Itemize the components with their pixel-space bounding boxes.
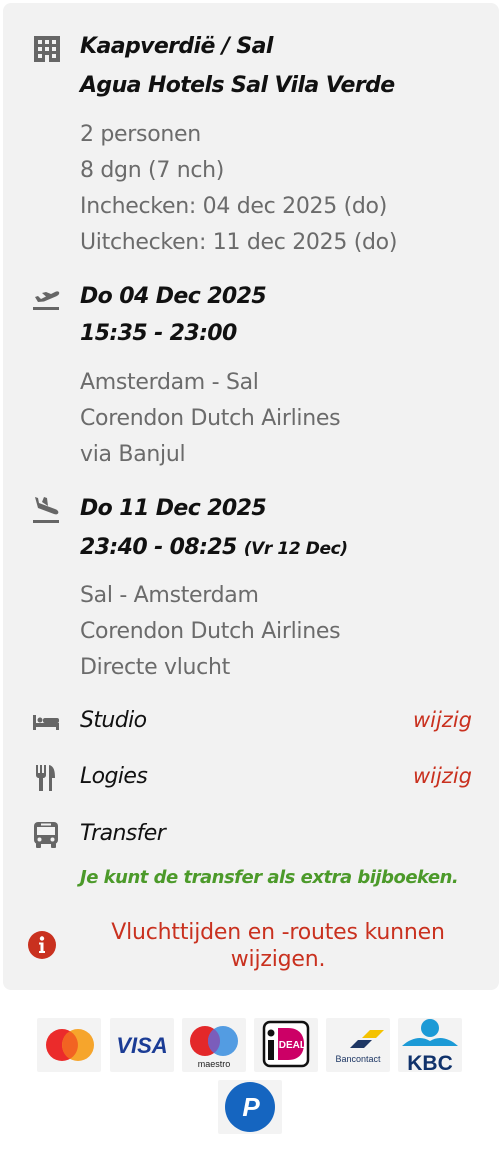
- plane-arrival-icon: [33, 497, 59, 523]
- inbound-type: Directe vlucht: [80, 655, 230, 680]
- bus-icon: [34, 822, 58, 848]
- inbound-times-row: 23:40 - 08:25 (Vr 12 Dec): [80, 535, 348, 560]
- visa-text: VISA: [116, 1033, 167, 1058]
- outbound-via: via Banjul: [80, 442, 186, 467]
- info-icon: [28, 931, 56, 959]
- hotel-checkout: Uitchecken: 11 dec 2025 (do): [80, 230, 398, 255]
- bed-icon: [33, 715, 59, 730]
- outbound-route: Amsterdam - Sal: [80, 370, 259, 395]
- plane-departure-icon: [33, 291, 60, 310]
- hotel-duration: 8 dgn (7 nch): [80, 158, 225, 183]
- board-change-link[interactable]: wijzig: [413, 764, 472, 788]
- ideal-logo: iDEAL: [254, 1018, 318, 1072]
- outbound-airline: Corendon Dutch Airlines: [80, 406, 341, 431]
- room-change-link[interactable]: wijzig: [413, 708, 472, 732]
- bancontact-logo: Bancontact: [326, 1018, 390, 1072]
- kbc-logo: KBC: [398, 1018, 462, 1072]
- maestro-logo: maestro: [182, 1018, 246, 1072]
- cutlery-icon: [36, 765, 55, 791]
- hotel-persons: 2 personen: [80, 122, 201, 147]
- hotel-name: Agua Hotels Sal Vila Verde: [80, 73, 395, 98]
- visa-logo: VISA: [110, 1018, 174, 1072]
- inbound-airline: Corendon Dutch Airlines: [80, 619, 341, 644]
- inbound-arrival-note: (Vr 12 Dec): [243, 539, 348, 559]
- kbc-text: KBC: [407, 1052, 453, 1072]
- bancontact-text: Bancontact: [335, 1054, 381, 1064]
- maestro-text: maestro: [198, 1059, 231, 1069]
- inbound-date: Do 11 Dec 2025: [80, 496, 267, 521]
- paypal-logo: P: [218, 1080, 282, 1134]
- mastercard-logo: [37, 1018, 101, 1072]
- transfer-label: Transfer: [80, 821, 166, 846]
- building-icon: [34, 36, 60, 62]
- paypal-text: P: [242, 1092, 260, 1122]
- hotel-destination: Kaapverdië / Sal: [80, 34, 273, 59]
- board-label: Logies: [80, 764, 148, 789]
- hotel-checkin: Inchecken: 04 dec 2025 (do): [80, 194, 387, 219]
- transfer-note: Je kunt de transfer als extra bijboeken.: [80, 867, 459, 888]
- room-label: Studio: [80, 708, 147, 733]
- outbound-times: 15:35 - 23:00: [80, 321, 237, 346]
- ideal-text: iDEAL: [276, 1040, 306, 1051]
- outbound-date: Do 04 Dec 2025: [80, 284, 267, 309]
- inbound-times: 23:40 - 08:25: [80, 535, 237, 560]
- flight-change-warning: Vluchttijden en -routes kunnen wijzigen.: [111, 920, 445, 972]
- inbound-route: Sal - Amsterdam: [80, 583, 259, 608]
